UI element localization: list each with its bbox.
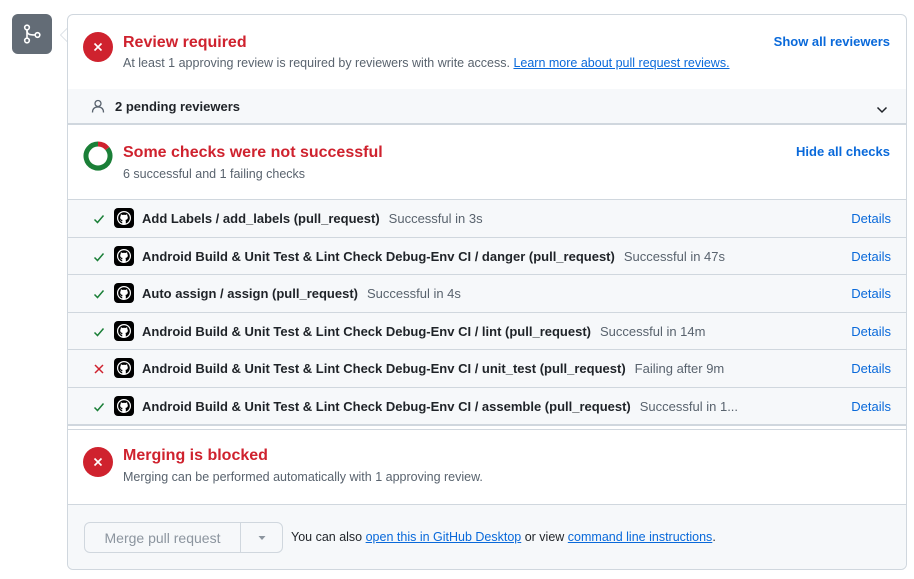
git-merge-icon (12, 14, 52, 54)
check-details-link[interactable]: Details (851, 324, 891, 339)
check-duration: Successful in 1... (639, 398, 739, 414)
github-logo-icon (114, 208, 134, 228)
merge-text-suffix: . (712, 530, 716, 544)
check-details-link[interactable]: Details (851, 399, 891, 414)
check-details-link[interactable]: Details (851, 211, 891, 226)
command-line-instructions-link[interactable]: command line instructions (568, 530, 713, 544)
chevron-down-icon[interactable] (876, 101, 888, 119)
checks-list: Add Labels / add_labels (pull_request) Su… (68, 199, 906, 426)
learn-more-link[interactable]: Learn more about pull request reviews. (513, 56, 729, 70)
merge-status-section: Merging is blocked Merging can be perfor… (68, 429, 906, 505)
check-name: Android Build & Unit Test & Lint Check D… (142, 361, 724, 376)
check-title: Auto assign / assign (pull_request) (142, 286, 358, 301)
check-icon (93, 400, 105, 412)
check-name: Android Build & Unit Test & Lint Check D… (142, 324, 705, 339)
review-subtitle-text: At least 1 approving review is required … (123, 56, 510, 70)
github-logo-icon (114, 395, 134, 416)
github-logo-icon (114, 358, 134, 378)
person-icon (91, 99, 105, 118)
checks-section: Some checks were not successful 6 succes… (68, 125, 906, 199)
checks-subtitle: 6 successful and 1 failing checks (123, 167, 306, 181)
x-icon (93, 362, 105, 374)
check-duration: Successful in 4s (366, 286, 461, 301)
merge-footer: Merge pull request You can also open thi… (68, 505, 906, 569)
merge-text-prefix: You can also (291, 530, 366, 544)
check-icon (93, 325, 105, 337)
check-duration: Successful in 14m (599, 323, 706, 339)
check-icon (93, 250, 105, 262)
check-name: Android Build & Unit Test & Lint Check D… (142, 399, 738, 414)
donut-failing-segment (97, 141, 110, 151)
merge-title: Merging is blocked (123, 447, 268, 464)
x-circle-icon (83, 447, 113, 477)
check-row: Android Build & Unit Test & Lint Check D… (68, 312, 906, 350)
check-icon (93, 212, 105, 224)
check-details-link[interactable]: Details (851, 361, 891, 376)
check-title: Android Build & Unit Test & Lint Check D… (142, 248, 615, 264)
check-row: Android Build & Unit Test & Lint Check D… (68, 387, 906, 425)
check-row: Auto assign / assign (pull_request) Succe… (68, 275, 906, 313)
check-row: Android Build & Unit Test & Lint Check D… (68, 350, 906, 388)
check-duration: Successful in 47s (623, 248, 726, 264)
review-subtitle: At least 1 approving review is required … (123, 56, 730, 70)
merge-box: Review required At least 1 approving rev… (67, 14, 907, 570)
check-name: Add Labels / add_labels (pull_request) Su… (142, 211, 483, 226)
merge-alternatives-text: You can also open this in GitHub Desktop… (291, 530, 716, 544)
x-circle-icon (83, 32, 113, 62)
merge-button-group: Merge pull request (84, 522, 283, 553)
check-duration: Failing after 9m (634, 361, 725, 376)
check-title: Android Build & Unit Test & Lint Check D… (142, 398, 631, 414)
checks-title: Some checks were not successful (123, 144, 383, 161)
checks-donut-icon (83, 141, 113, 171)
review-section: Review required At least 1 approving rev… (68, 15, 906, 89)
check-title: Add Labels / add_labels (pull_request) (142, 211, 380, 226)
open-github-desktop-link[interactable]: open this in GitHub Desktop (366, 530, 522, 544)
merge-method-dropdown[interactable] (241, 523, 282, 552)
merge-text-middle: or view (521, 530, 568, 544)
triangle-down-icon (258, 535, 265, 540)
check-details-link[interactable]: Details (851, 249, 891, 264)
merge-pull-request-button[interactable]: Merge pull request (85, 523, 241, 552)
check-title: Android Build & Unit Test & Lint Check D… (142, 323, 591, 339)
check-duration: Successful in 3s (388, 211, 483, 226)
check-title: Android Build & Unit Test & Lint Check D… (142, 361, 626, 376)
check-icon (93, 287, 105, 299)
hide-all-checks-link[interactable]: Hide all checks (796, 144, 890, 159)
check-name: Android Build & Unit Test & Lint Check D… (142, 249, 725, 264)
pending-reviewers-toggle[interactable]: 2 pending reviewers (68, 89, 906, 125)
github-logo-icon (114, 320, 134, 341)
show-all-reviewers-link[interactable]: Show all reviewers (774, 34, 890, 49)
github-logo-icon (114, 283, 134, 303)
check-name: Auto assign / assign (pull_request) Succe… (142, 286, 461, 301)
check-row: Android Build & Unit Test & Lint Check D… (68, 237, 906, 275)
github-logo-icon (114, 245, 134, 266)
pending-reviewers-label: 2 pending reviewers (115, 99, 240, 114)
review-title: Review required (123, 34, 247, 51)
check-details-link[interactable]: Details (851, 286, 891, 301)
merge-subtitle: Merging can be performed automatically w… (123, 470, 483, 484)
check-row: Add Labels / add_labels (pull_request) Su… (68, 200, 906, 238)
